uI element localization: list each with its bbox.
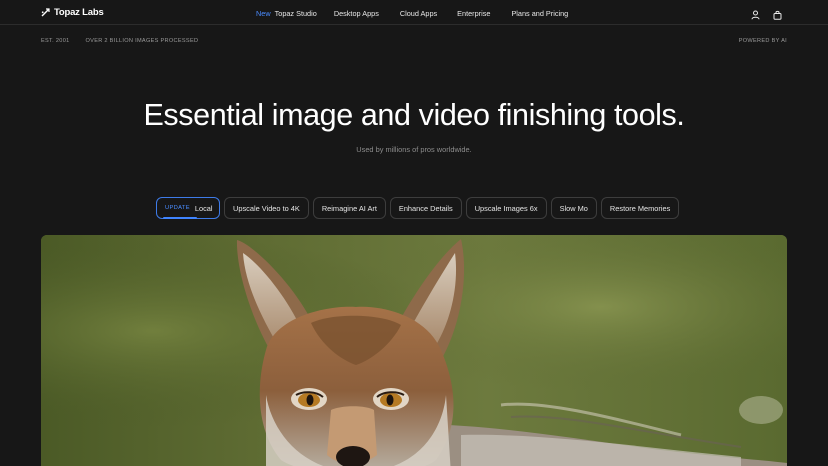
established-text: EST. 2001 [41, 38, 70, 44]
hero-image-coyote [41, 235, 787, 466]
tab-reimagine-ai-art[interactable]: Reimagine AI Art [312, 197, 386, 219]
feature-tabs: UPDATE Local Upscale Video to 4K Reimagi… [156, 197, 680, 219]
tab-upscale-images[interactable]: Upscale Images 6x [465, 197, 547, 219]
tab-progress-bar [163, 217, 197, 219]
hero-subtitle: Used by millions of pros worldwide. [356, 145, 472, 154]
bag-icon[interactable] [773, 7, 782, 20]
page: Topaz Labs New Topaz Studio Desktop Apps … [0, 0, 828, 466]
tab-label: Local [194, 203, 213, 213]
nav-link-desktop-apps[interactable]: Desktop Apps [334, 9, 379, 18]
nav-link-label: Topaz Studio [274, 8, 317, 18]
nav-link-topaz-studio[interactable]: New Topaz Studio [256, 9, 317, 18]
update-badge: UPDATE [165, 205, 190, 211]
nav-link-plans-pricing[interactable]: Plans and Pricing [511, 9, 568, 18]
tab-enhance-details[interactable]: Enhance Details [389, 197, 462, 219]
topaz-logo-icon [41, 8, 50, 17]
nav-link-enterprise[interactable]: Enterprise [457, 9, 490, 18]
new-badge: New [256, 8, 271, 18]
tab-slow-mo[interactable]: Slow Mo [550, 197, 597, 219]
sub-bar: EST. 2001 OVER 2 BILLION IMAGES PROCESSE… [41, 38, 787, 46]
nav-icons [751, 7, 782, 20]
powered-by-text: POWERED BY AI [738, 38, 787, 44]
brand-name: Topaz Labs [54, 7, 104, 18]
user-icon[interactable] [751, 7, 760, 20]
nav-links: New Topaz Studio Desktop Apps Cloud Apps … [256, 8, 568, 18]
tab-upscale-video[interactable]: Upscale Video to 4K [224, 197, 309, 219]
nav-link-cloud-apps[interactable]: Cloud Apps [400, 9, 437, 18]
brand-logo[interactable]: Topaz Labs [41, 7, 104, 18]
top-nav: Topaz Labs New Topaz Studio Desktop Apps … [0, 0, 828, 25]
hero-title: Essential image and video finishing tool… [143, 98, 685, 132]
tab-restore-memories[interactable]: Restore Memories [600, 197, 680, 219]
images-processed-text: OVER 2 BILLION IMAGES PROCESSED [85, 38, 199, 44]
tab-local[interactable]: UPDATE Local [156, 197, 220, 219]
